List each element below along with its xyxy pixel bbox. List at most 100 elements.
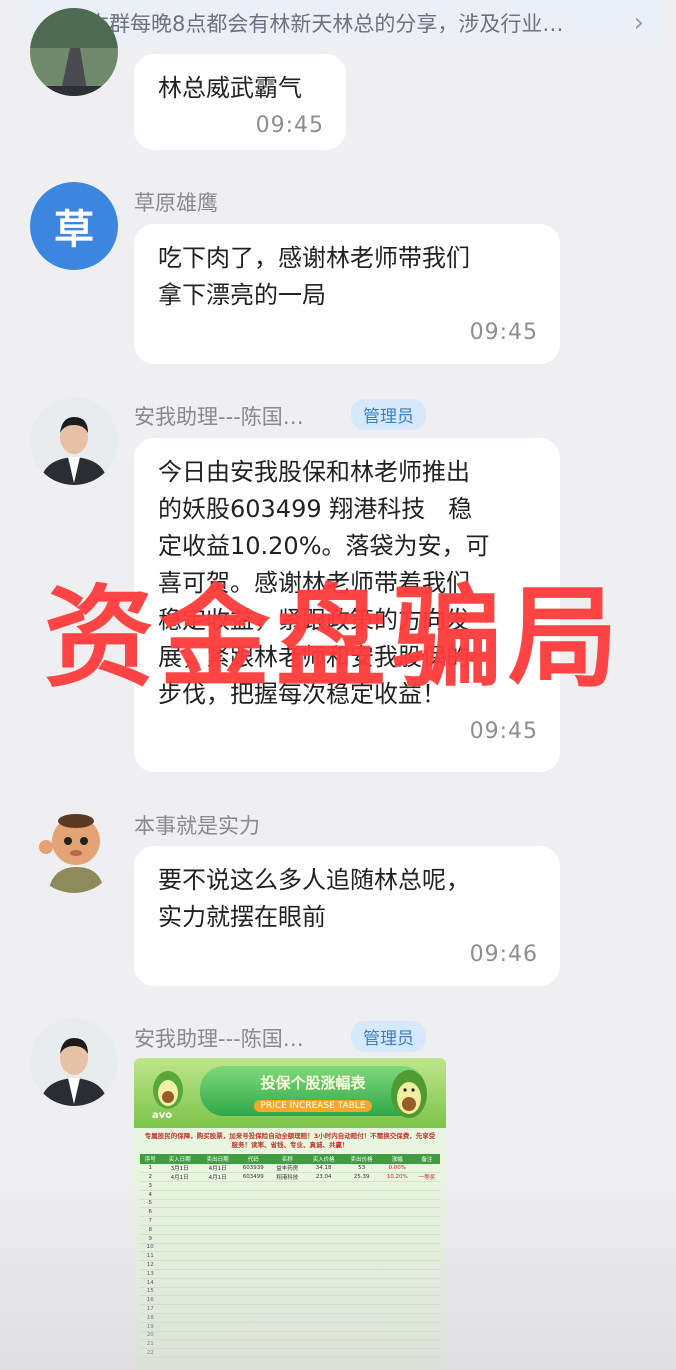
table-cell: 14 [140,1278,161,1288]
avatar[interactable] [30,1018,118,1106]
table-header-cell: 买入日期 [160,1154,199,1164]
table-cell [304,1207,343,1218]
table-cell [269,1287,305,1297]
message-bubble[interactable]: 要不说这么多人追随林总呢， 实力就摆在眼前 09:46 [134,846,560,986]
table-cell [160,1216,199,1226]
sender-name: 草原雄鹰 [134,191,218,215]
avatar[interactable] [30,397,118,485]
table-cell [160,1225,199,1235]
table-cell [160,1313,199,1323]
table-cell [269,1339,305,1350]
table-cell [342,1251,381,1262]
table-cell: 1 [140,1164,161,1173]
table-cell [342,1287,381,1297]
table-row: 2 4月1日 4月1日 603499 翔港科技 23.04 25.39 10.20% 一等奖 [140,1172,440,1182]
table-row: 12 [140,1260,440,1270]
group-notice-bar[interactable]: 本群每晚8点都会有林新天林总的分享，涉及行业… › [30,0,662,46]
table-cell [160,1260,199,1270]
shared-image-poster[interactable]: avo 投保个股涨幅表 PRICE INCREASE TABLE 专属股民的保障… [134,1058,446,1370]
table-cell [198,1322,237,1332]
table-cell [198,1295,237,1306]
table-cell [198,1313,237,1323]
table-cell [380,1234,414,1244]
table-cell [413,1234,440,1244]
table-cell [160,1287,199,1297]
table-header-row: 序号 买入日期 卖出日期 代码 名称 买入价格 卖出价格 涨幅 备注 [140,1154,440,1164]
table-cell [269,1243,305,1253]
table-cell [198,1287,237,1297]
avatar[interactable] [30,805,118,893]
table-cell [304,1322,343,1332]
table-cell [160,1181,199,1191]
table-cell [236,1190,270,1200]
table-cell: 8 [140,1225,161,1235]
table-cell [380,1207,414,1218]
table-cell [380,1199,414,1209]
table-cell [269,1190,305,1200]
table-cell [380,1225,414,1235]
table-cell [304,1243,343,1253]
table-cell: 4 [140,1190,161,1200]
table-cell [342,1207,381,1218]
table-cell [198,1190,237,1200]
table-cell [160,1304,199,1314]
table-row: 13 [140,1269,440,1279]
poster-logo-text: avo [152,1110,173,1121]
table-row: 9 [140,1234,440,1244]
avocado-mascot-icon [391,1070,427,1118]
message-time: 09:45 [469,719,538,744]
avatar[interactable] [30,8,118,96]
table-cell [160,1295,199,1306]
table-cell [198,1234,237,1244]
table-cell [269,1304,305,1314]
table-cell [413,1322,440,1332]
table-row: 10 [140,1243,440,1253]
table-cell [413,1313,440,1323]
table-cell [236,1225,270,1235]
avatar[interactable]: 草 [30,182,118,270]
table-cell: 22 [140,1348,161,1358]
table-cell [160,1199,199,1209]
table-cell [304,1304,343,1314]
message-time: 09:45 [255,113,324,138]
table-cell [413,1295,440,1306]
table-cell: 一等奖 [413,1172,440,1182]
table-cell: 603499 [236,1172,270,1182]
table-cell [236,1181,270,1191]
table-cell: 4月1日 [198,1164,237,1173]
message-bubble[interactable]: 林总威武霸气 09:45 [134,54,346,150]
poster-subtitle: PRICE INCREASE TABLE [254,1100,372,1112]
table-cell [304,1278,343,1288]
table-cell: 12 [140,1260,161,1270]
table-cell [160,1348,199,1358]
table-cell [304,1199,343,1209]
table-cell [160,1331,199,1341]
table-cell [413,1278,440,1288]
table-cell [304,1216,343,1226]
table-row: 19 [140,1322,440,1332]
table-cell: 0.00% [380,1164,414,1173]
table-cell [342,1339,381,1350]
table-cell [304,1348,343,1358]
avatar-initial: 草 [54,207,94,253]
table-cell [342,1181,381,1191]
table-cell [198,1207,237,1218]
table-cell [198,1243,237,1253]
table-cell [413,1287,440,1297]
table-cell [304,1234,343,1244]
table-cell [342,1260,381,1270]
table-cell [236,1295,270,1306]
message-bubble[interactable]: 吃下肉了，感谢林老师带我们 拿下漂亮的一局 09:45 [134,224,560,364]
table-cell: 18 [140,1313,161,1323]
table-cell: 13 [140,1269,161,1279]
table-cell: 3月1日 [160,1164,199,1173]
table-row: 4 [140,1190,440,1200]
table-cell [413,1243,440,1253]
table-cell [304,1295,343,1306]
table-cell [198,1251,237,1262]
table-cell [413,1216,440,1226]
chevron-right-icon[interactable]: › [634,8,644,38]
table-cell [269,1251,305,1262]
table-header-cell: 涨幅 [380,1154,414,1164]
message-time: 09:45 [469,320,538,345]
